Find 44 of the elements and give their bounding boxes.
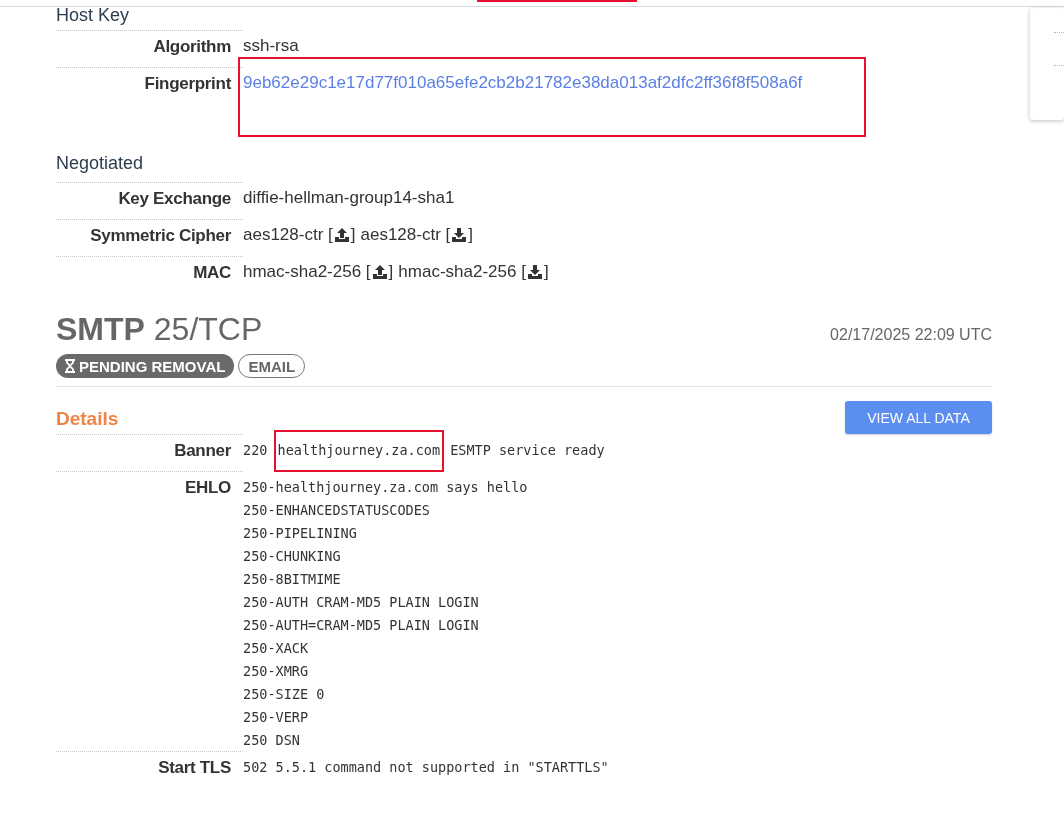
service-title: SMTP 25/TCP — [56, 311, 263, 348]
section-heading: Details — [56, 408, 119, 431]
field-value: hmac-sha2-256 [ — [398, 262, 526, 282]
upload-icon — [371, 264, 388, 280]
bracket-text: ] — [543, 262, 549, 282]
timestamp: 02/17/2025 22:09 UTC — [830, 326, 992, 344]
field-label: Symmetric Cipher — [56, 219, 243, 256]
field-value: aes128-ctr [ — [360, 225, 451, 245]
field-value: 250-8BITMIME — [243, 570, 342, 589]
field-value: 250-ENHANCEDSTATUSCODES — [243, 501, 431, 520]
field-label: Fingerprint — [56, 67, 243, 104]
field-value: 250-PIPELINING — [243, 524, 358, 543]
field-value: 250 DSN — [243, 731, 301, 750]
field-label: Banner — [56, 434, 243, 471]
field-label: Algorithm — [56, 30, 243, 67]
fingerprint-link[interactable]: 9eb62e29c1e17d77f010a65efe2cb2b21782e38da013af2dfc2ff36f8f508a6f — [243, 67, 803, 92]
field-value: 250-SIZE 0 — [243, 685, 326, 704]
section-heading: Host Key — [56, 5, 131, 26]
field-label: Key Exchange — [56, 182, 243, 219]
field-value: 250-healthjourney.za.com says hello — [243, 478, 528, 497]
field-label: MAC — [56, 256, 243, 293]
bracket-text: ] — [350, 225, 356, 245]
bracket-text: ] — [388, 262, 394, 282]
field-label: Start TLS — [56, 751, 243, 788]
download-icon — [526, 264, 543, 280]
field-value: 250-AUTH=CRAM-MD5 PLAIN LOGIN — [243, 616, 480, 635]
field-value: hmac-sha2-256 [ — [243, 262, 371, 282]
field-value: ssh-rsa — [243, 35, 299, 56]
field-value: 250-XACK — [243, 639, 310, 658]
field-value: 250-CHUNKING — [243, 547, 342, 566]
bracket-text: ] — [468, 225, 473, 245]
field-value: aes128-ctr [ — [243, 225, 333, 245]
tag-label: PENDING REMOVAL — [79, 357, 226, 375]
download-icon — [451, 227, 468, 243]
upload-icon — [333, 227, 350, 243]
field-value: 250-VERP — [243, 708, 310, 727]
field-value: 250-AUTH CRAM-MD5 PLAIN LOGIN — [243, 593, 480, 612]
field-label: EHLO — [56, 471, 243, 508]
view-all-data-button[interactable]: VIEW ALL DATA — [845, 401, 992, 434]
section-heading: Negotiated — [56, 153, 145, 174]
field-value: 250-XMRG — [243, 662, 310, 681]
field-value: 502 5.5.1 command not supported in "STARTTLS" — [243, 758, 609, 775]
field-value: diffie-hellman-group14-sha1 — [243, 187, 455, 208]
hourglass-icon — [65, 359, 75, 373]
